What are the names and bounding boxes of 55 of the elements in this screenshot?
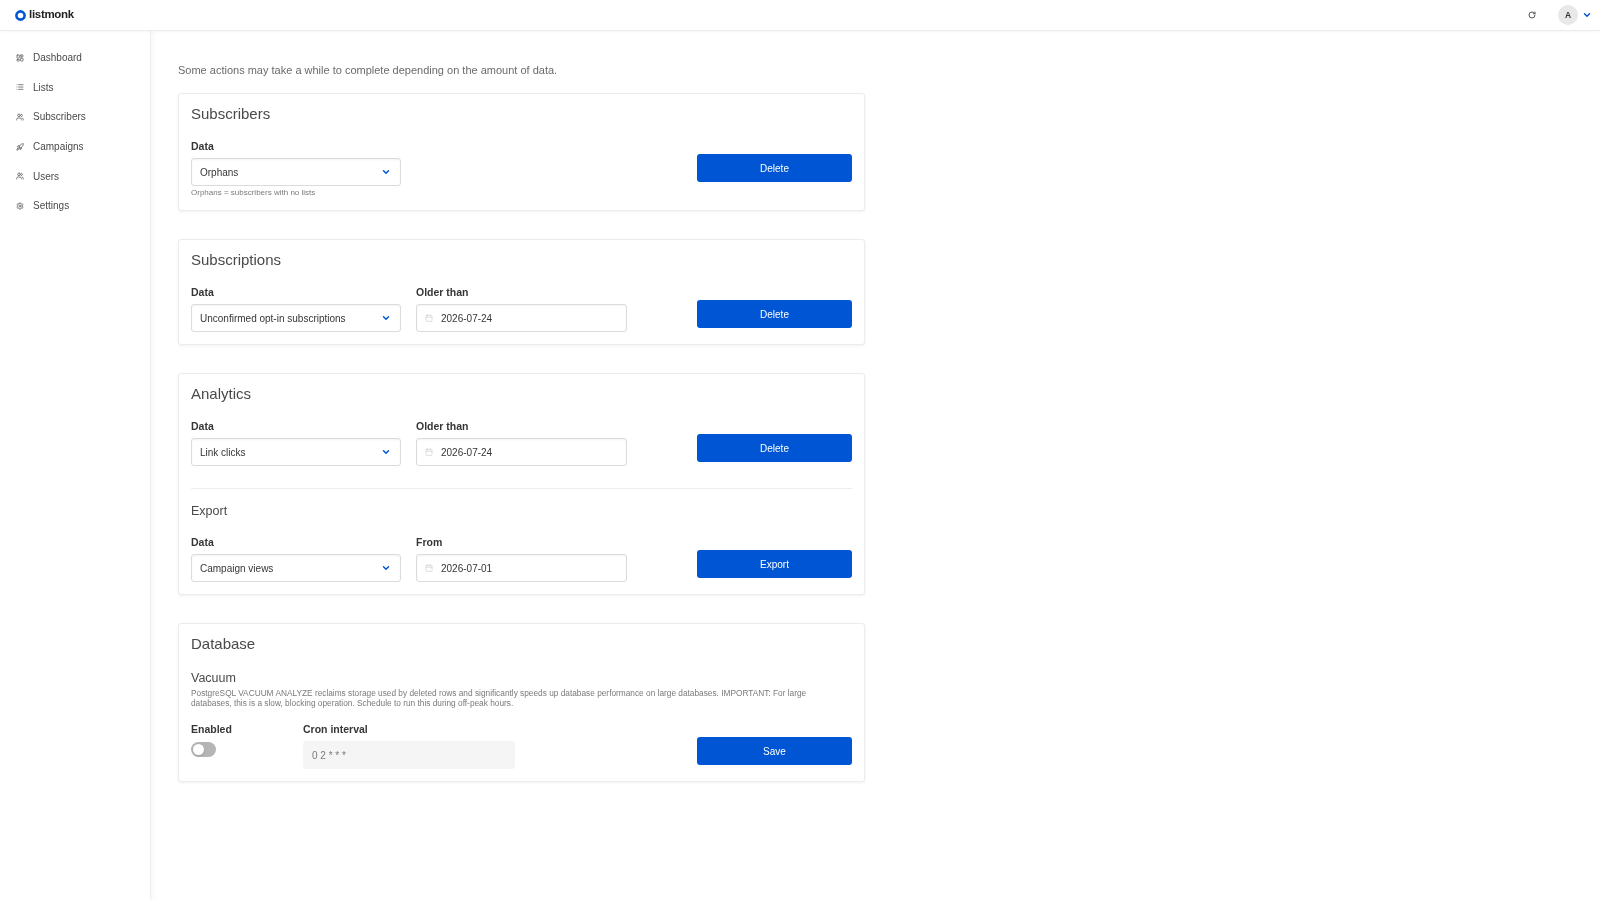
section-description: PostgreSQL VACUUM ANALYZE reclaims storage used by deleted rows and significantly speeds up database performance on large databases. IMPORTANT: For large databases, this is a slow, blocking operation. Schedule to run this during off-peak hours. <box>191 688 808 708</box>
logo-ring-icon <box>15 9 26 21</box>
calendar-icon <box>425 448 433 456</box>
select-field[interactable]: Orphans <box>191 158 401 186</box>
action-button[interactable]: Save <box>697 737 852 765</box>
action-button[interactable]: Delete <box>697 434 852 462</box>
refresh-icon[interactable] <box>1528 11 1536 19</box>
avatar-button[interactable]: A <box>1558 5 1578 25</box>
settings-icon <box>16 201 24 210</box>
field-label: Enabled <box>191 722 233 737</box>
select-field[interactable]: Unconfirmed opt-in subscriptions <box>191 304 401 332</box>
field-label: Older than <box>416 419 470 434</box>
section-title: Subscriptions <box>191 250 283 270</box>
field-hint: Orphans = subscribers with no lists <box>191 188 317 198</box>
section-subheading: Vacuum <box>191 670 237 687</box>
chevron-down-icon <box>381 447 391 457</box>
field-label: Data <box>191 139 215 154</box>
toggle-switch[interactable] <box>191 742 216 757</box>
sidebar-item[interactable]: Dashboard <box>0 43 150 73</box>
sidebar-item[interactable]: Campaigns <box>0 131 150 162</box>
sidebar-item[interactable]: Users <box>0 161 150 191</box>
chevron-down-icon <box>381 167 391 177</box>
field-label: Data <box>191 535 215 550</box>
chevron-down-icon <box>381 563 391 573</box>
intro-text: Some actions may take a while to complete depending on the amount of data. <box>178 63 559 77</box>
chevron-down-icon <box>381 313 391 323</box>
field-label: Data <box>191 285 215 300</box>
field-label: Older than <box>416 285 470 300</box>
action-button[interactable]: Delete <box>697 300 852 328</box>
section-title: Database <box>191 634 257 654</box>
section-subheading: Export <box>191 503 229 520</box>
date-field[interactable]: 2026-07-01 <box>416 554 627 582</box>
list-icon <box>16 83 24 92</box>
date-field[interactable]: 2026-07-24 <box>416 438 627 466</box>
rocket-icon <box>16 142 24 151</box>
select-field[interactable]: Link clicks <box>191 438 401 466</box>
users-icon <box>16 172 24 181</box>
action-button[interactable]: Delete <box>697 154 852 182</box>
sidebar-item[interactable]: Lists <box>0 72 150 103</box>
section-title: Analytics <box>191 384 253 404</box>
sidebar-item[interactable]: Settings <box>0 190 150 221</box>
field-label: Cron interval <box>303 722 369 737</box>
select-field[interactable]: Campaign views <box>191 554 401 582</box>
date-field[interactable]: 2026-07-24 <box>416 304 627 332</box>
calendar-icon <box>425 314 433 322</box>
chevron-down-icon[interactable] <box>1582 10 1592 20</box>
dashboard-icon <box>16 53 24 62</box>
sidebar-item[interactable]: Subscribers <box>0 102 150 132</box>
calendar-icon <box>425 564 433 572</box>
section-title: Subscribers <box>191 104 272 124</box>
field-label: Data <box>191 419 215 434</box>
action-button[interactable]: Export <box>697 550 852 578</box>
field-label: From <box>416 535 444 550</box>
users-icon <box>16 113 24 121</box>
app-logo[interactable]: listmonk <box>29 6 74 24</box>
